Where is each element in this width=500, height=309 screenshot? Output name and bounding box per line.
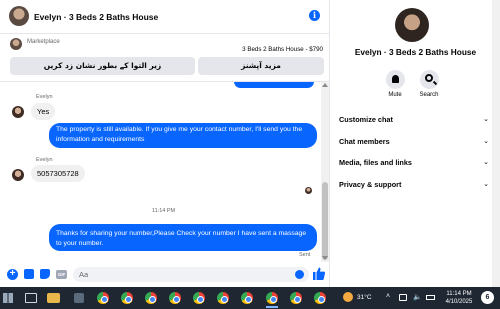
chrome-icon[interactable] (169, 292, 181, 304)
chrome-icon[interactable] (290, 292, 302, 304)
app-icon[interactable] (74, 293, 84, 303)
chrome-icon[interactable] (266, 292, 278, 304)
more-options-button[interactable]: مزید آپشنز (198, 57, 324, 75)
gif-icon[interactable]: GIF (56, 270, 67, 279)
weather-icon[interactable] (343, 292, 353, 302)
temperature[interactable]: 31°C (357, 294, 372, 301)
clock[interactable]: 11:14 PM 4/10/2025 (442, 290, 476, 306)
search-button[interactable]: Search (414, 70, 444, 98)
section-chat-members[interactable]: Chat members ⌄ (339, 136, 495, 148)
active-window-indicator (266, 306, 278, 308)
outgoing-message-bubble[interactable]: Thanks for sharing your number,Please Ch… (49, 224, 317, 251)
avatar (12, 169, 24, 181)
chrome-icon[interactable] (217, 292, 229, 304)
thumbs-up-icon[interactable] (313, 267, 325, 280)
avatar[interactable] (9, 6, 29, 26)
network-icon[interactable] (399, 294, 407, 301)
avatar[interactable] (395, 8, 429, 42)
task-view-icon[interactable] (25, 293, 37, 303)
info-icon[interactable]: i (309, 10, 320, 21)
listing-thumbnail (10, 38, 22, 50)
scroll-down-arrow-icon[interactable] (322, 256, 328, 260)
section-label: Chat members (339, 137, 390, 146)
mute-button[interactable]: Mute (380, 70, 410, 98)
marketplace-label: Marketplace (27, 39, 60, 45)
section-label: Customize chat (339, 115, 393, 124)
clock-date: 4/10/2025 (445, 299, 473, 305)
windows-taskbar: 31°C ˄ 🔈 11:14 PM 4/10/2025 6 (0, 287, 500, 309)
chat-title[interactable]: Evelyn · 3 Beds 2 Baths House (34, 12, 158, 22)
scrollbar[interactable] (321, 82, 329, 262)
listing-title[interactable]: 3 Beds 2 Baths House - $790 (242, 46, 323, 53)
volume-icon[interactable]: 🔈 (413, 293, 422, 301)
image-icon[interactable] (24, 269, 34, 279)
bell-icon (391, 75, 399, 83)
scroll-up-arrow-icon[interactable] (322, 83, 328, 87)
chat-window: Evelyn · 3 Beds 2 Baths House i Marketpl… (0, 0, 329, 287)
chrome-icon[interactable] (97, 292, 109, 304)
section-label: Media, files and links (339, 158, 412, 167)
incoming-message-bubble[interactable]: Yes (31, 103, 56, 120)
incoming-message-bubble[interactable]: 5057305728 (31, 165, 85, 182)
chrome-icon[interactable] (121, 292, 133, 304)
message-input[interactable] (73, 267, 309, 282)
chevron-down-icon: ⌄ (483, 181, 489, 188)
timestamp: 11:14 PM (152, 208, 176, 214)
start-icon[interactable] (3, 293, 13, 303)
section-media-files-links[interactable]: Media, files and links ⌄ (339, 157, 495, 169)
outgoing-message-bubble[interactable]: The property is still available. If you … (49, 123, 317, 148)
section-privacy-support[interactable]: Privacy & support ⌄ (339, 179, 495, 191)
search-icon (424, 74, 433, 82)
file-explorer-icon[interactable] (47, 293, 60, 303)
chevron-down-icon: ⌄ (483, 138, 489, 145)
section-label: Privacy & support (339, 180, 402, 189)
sender-name: Evelyn (36, 94, 53, 100)
chrome-icon[interactable] (145, 292, 157, 304)
read-receipt-avatar (305, 187, 312, 194)
search-label: Search (419, 92, 439, 98)
plus-icon[interactable]: + (7, 269, 18, 280)
message-list: Evelyn Yes The property is still availab… (0, 82, 329, 262)
chevron-down-icon: ⌄ (483, 116, 489, 123)
scroll-thumb[interactable] (322, 182, 328, 260)
section-customize-chat[interactable]: Customize chat ⌄ (339, 114, 495, 126)
outgoing-message-bubble (234, 82, 314, 88)
chrome-icon[interactable] (193, 292, 205, 304)
battery-icon[interactable] (426, 295, 435, 300)
chat-header: Evelyn · 3 Beds 2 Baths House i (0, 0, 329, 34)
chevron-up-icon[interactable]: ˄ (386, 293, 390, 300)
mute-label: Mute (388, 92, 402, 98)
clock-time: 11:14 PM (446, 291, 472, 297)
emoji-icon[interactable] (295, 270, 304, 279)
scrollbar[interactable] (492, 0, 500, 287)
message-status: Sent (299, 252, 311, 258)
mark-as-pending-button[interactable]: زیر التوا کے بطور نشان زد کریں (10, 57, 195, 75)
sender-name: Evelyn (36, 157, 53, 163)
chrome-icon[interactable] (241, 292, 253, 304)
marketplace-banner: Marketplace 3 Beds 2 Baths House - $790 … (0, 34, 329, 82)
conversation-name: Evelyn · 3 Beds 2 Baths House (354, 47, 477, 57)
avatar (12, 106, 24, 118)
message-composer: + GIF (0, 262, 329, 287)
chrome-icon[interactable] (314, 292, 326, 304)
sticker-icon[interactable] (40, 269, 50, 279)
chevron-down-icon: ⌄ (483, 159, 489, 166)
conversation-details-panel: Evelyn · 3 Beds 2 Baths House Mute Searc… (329, 0, 500, 287)
notification-badge[interactable]: 6 (481, 291, 494, 304)
